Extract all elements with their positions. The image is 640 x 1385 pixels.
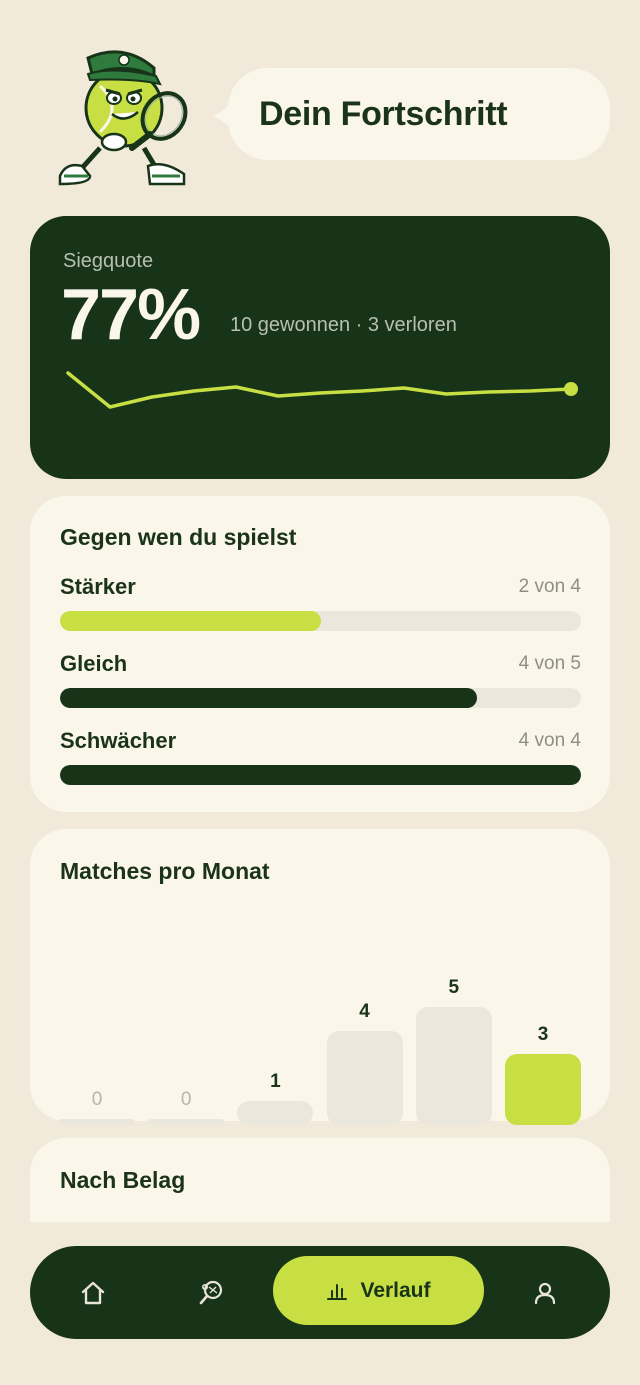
month-column-mai: 0Mai bbox=[148, 893, 225, 1163]
month-column-jul: 4Jul bbox=[326, 893, 403, 1163]
month-value-label: 3 bbox=[537, 1024, 549, 1046]
month-value-label: 0 bbox=[180, 1089, 192, 1110]
opponents-title: Gegen wen du spielst bbox=[60, 524, 297, 550]
month-value-label: 4 bbox=[359, 1000, 370, 1022]
opponent-value: 4 von 4 bbox=[518, 730, 581, 751]
month-column-aug: 5Aug bbox=[415, 893, 492, 1163]
nav-matches[interactable] bbox=[176, 1246, 246, 1339]
month-column-jun: 1Jun bbox=[237, 893, 314, 1163]
opponent-row-equal: Gleich 4 von 5 bbox=[60, 651, 581, 711]
opponent-value: 2 von 4 bbox=[518, 576, 581, 597]
progress-track bbox=[60, 765, 581, 785]
opponent-name: Stärker bbox=[60, 574, 136, 599]
surface-card: Nach Belag bbox=[30, 1138, 610, 1222]
month-bar bbox=[326, 1030, 403, 1125]
opponents-card: Gegen wen du spielst Stärker 2 von 4 Gle… bbox=[30, 496, 610, 812]
month-bar bbox=[415, 1007, 492, 1125]
surface-title: Nach Belag bbox=[60, 1167, 186, 1193]
month-bar bbox=[237, 1101, 314, 1125]
opponent-row-stronger: Stärker 2 von 4 bbox=[60, 574, 581, 634]
progress-track bbox=[60, 688, 581, 708]
progress-fill bbox=[60, 611, 321, 631]
winrate-card: Siegquote 77% 10 gewonnen · 3 verloren bbox=[30, 216, 610, 479]
opponent-value: 4 von 5 bbox=[518, 653, 581, 674]
month-column-sep: 3Sep bbox=[505, 893, 581, 1163]
nav-profile[interactable] bbox=[510, 1246, 580, 1339]
bar-chart-icon bbox=[327, 1283, 348, 1300]
trend-endpoint bbox=[564, 382, 578, 396]
opponent-name: Gleich bbox=[60, 651, 128, 676]
user-icon bbox=[534, 1282, 556, 1304]
month-column-apr: 0Apr bbox=[59, 893, 135, 1163]
progress-track bbox=[60, 611, 581, 631]
nav-verlauf[interactable]: Verlauf bbox=[273, 1256, 484, 1325]
opponent-row-weaker: Schwächer 4 von 4 bbox=[60, 728, 581, 788]
tennis-ball-mascot-icon bbox=[58, 50, 188, 186]
monthly-card: Matches pro Monat 0Apr0Mai1Jun4Jul5Aug3S… bbox=[30, 829, 610, 1157]
tennis-racket-icon bbox=[199, 1280, 223, 1304]
title-bubble: Dein Fortschritt bbox=[214, 68, 610, 160]
monthly-bar-chart: 0Apr0Mai1Jun4Jul5Aug3Sep bbox=[59, 893, 581, 1163]
month-value-label: 5 bbox=[448, 977, 460, 998]
month-bar bbox=[505, 1054, 581, 1125]
nav-verlauf-label: Verlauf bbox=[360, 1278, 431, 1302]
month-bar bbox=[148, 1119, 225, 1125]
bottom-nav: Verlauf bbox=[30, 1246, 610, 1339]
nav-home[interactable] bbox=[58, 1246, 128, 1339]
progress-fill bbox=[60, 688, 477, 708]
page-title: Dein Fortschritt bbox=[259, 94, 508, 133]
monthly-title: Matches pro Monat bbox=[60, 858, 270, 884]
month-value-label: 1 bbox=[270, 1071, 281, 1093]
progress-fill bbox=[60, 765, 581, 785]
winrate-trend-line bbox=[66, 371, 578, 409]
home-icon bbox=[81, 1281, 105, 1304]
month-bar bbox=[59, 1119, 135, 1125]
month-value-label: 0 bbox=[91, 1089, 103, 1110]
opponent-name: Schwächer bbox=[60, 728, 177, 753]
